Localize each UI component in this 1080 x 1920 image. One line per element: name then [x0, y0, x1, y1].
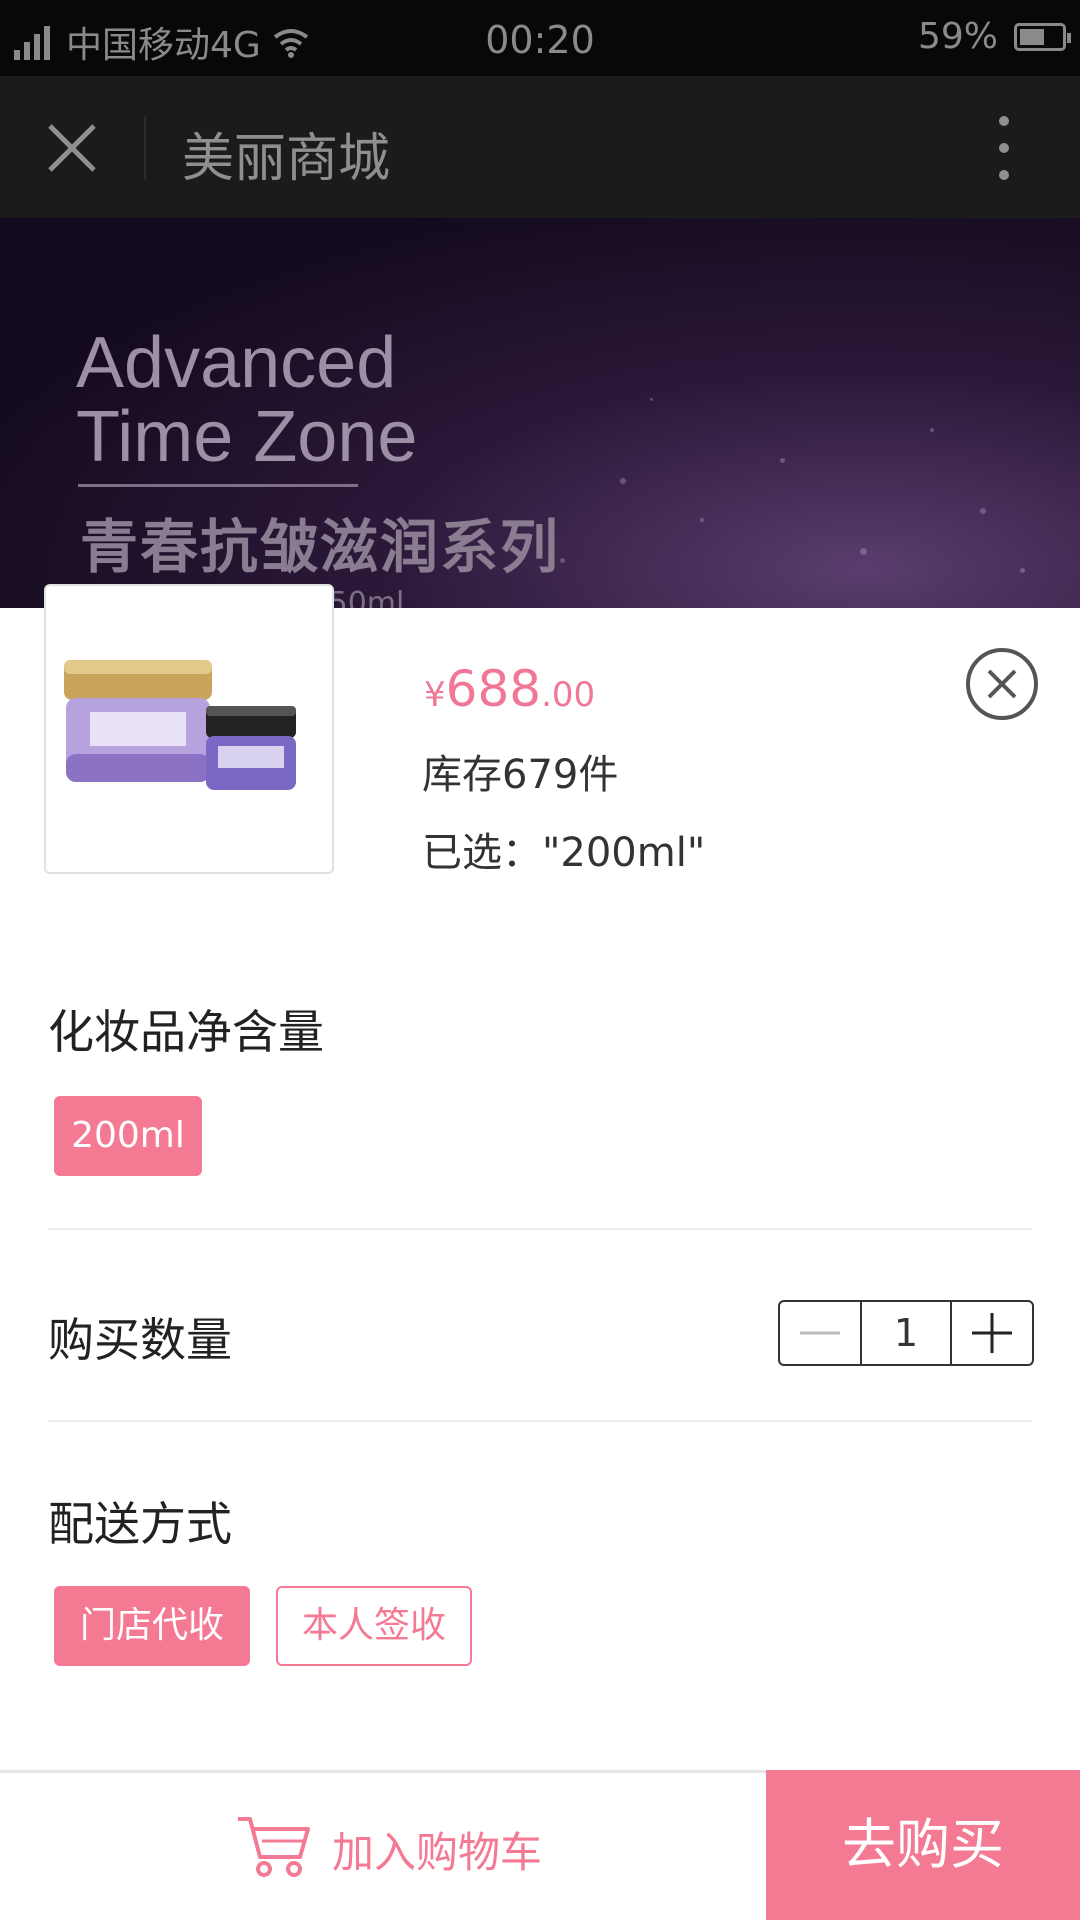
delivery-option-store[interactable]: 门店代收 [54, 1586, 250, 1666]
stock-label: 库存679件 [422, 752, 619, 798]
selected-spec-label: 已选："200ml" [422, 830, 706, 876]
add-to-cart-label: 加入购物车 [332, 1828, 543, 1877]
spec-option-200ml[interactable]: 200ml [54, 1096, 202, 1176]
banner-headline-line2: Time Zone [76, 397, 418, 477]
more-vertical-icon[interactable] [998, 116, 1010, 180]
quantity-value[interactable]: 1 [860, 1302, 952, 1364]
nav-bar: 美丽商城 [0, 76, 1080, 218]
nav-divider [144, 116, 146, 180]
divider [48, 1228, 1032, 1230]
bottom-action-bar: 加入购物车 去购买 [0, 1770, 1080, 1920]
banner-headline: Advanced Time Zone [76, 326, 417, 474]
price: ¥688.00 [424, 660, 595, 718]
price-currency: ¥ [424, 675, 446, 715]
banner-rule [78, 484, 358, 487]
quantity-stepper: 1 [778, 1300, 1034, 1366]
banner-subtitle: 青春抗皱滋润系列 [80, 513, 561, 581]
spec-title: 化妆品净含量 [48, 1005, 324, 1059]
battery-icon [1014, 22, 1071, 51]
delivery-option-self[interactable]: 本人签收 [276, 1586, 472, 1666]
product-jar-icon [64, 660, 296, 790]
status-bar: 中国移动4G 00:20 59% [0, 0, 1080, 76]
delivery-title: 配送方式 [48, 1497, 232, 1551]
close-circle-icon[interactable] [964, 646, 1040, 722]
add-to-cart-button[interactable]: 加入购物车 [0, 1773, 766, 1920]
divider [48, 1420, 1032, 1422]
product-banner: Advanced Time Zone 青春抗皱滋润系列 5 50ml [0, 218, 1080, 608]
price-integer: 688 [445, 660, 542, 718]
buy-now-button[interactable]: 去购买 [766, 1770, 1080, 1920]
page-title: 美丽商城 [182, 129, 391, 189]
status-right: 59% [917, 16, 1071, 57]
product-thumbnail [44, 584, 334, 874]
close-icon[interactable] [44, 120, 100, 176]
quantity-title: 购买数量 [48, 1313, 232, 1367]
price-decimal: .00 [541, 675, 596, 715]
cart-icon [238, 1817, 310, 1877]
sku-sheet: ¥688.00 库存679件 已选："200ml" 化妆品净含量 200ml 购… [0, 584, 1080, 1920]
plus-icon[interactable] [952, 1302, 1032, 1364]
battery-fill [1020, 28, 1044, 45]
banner-headline-line1: Advanced [76, 323, 397, 403]
minus-icon[interactable] [780, 1302, 860, 1364]
battery-percent: 59% [917, 16, 998, 57]
